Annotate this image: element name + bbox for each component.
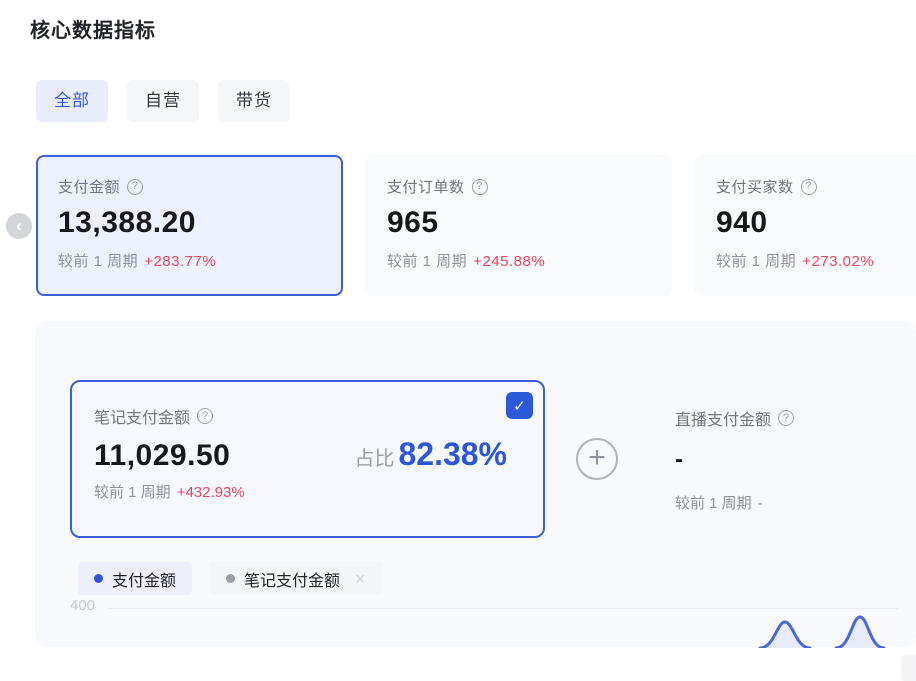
help-icon[interactable]: ? [472, 179, 488, 195]
live-card-value: - [675, 446, 905, 474]
checkbox-checked-icon[interactable]: ✓ [506, 392, 533, 419]
scrollbar-fragment[interactable] [901, 655, 916, 681]
legend-dot-gray [226, 574, 235, 583]
live-card-compare: 较前 1 周期- [675, 492, 905, 513]
page-title: 核心数据指标 [30, 14, 156, 43]
note-payment-card[interactable]: ✓ 笔记支付金额 ? 11,029.50 占比 82.38% 较前 1 周期+4… [70, 380, 545, 538]
metric-card-label: 支付买家数 [716, 176, 794, 197]
delta-value: +273.02% [802, 253, 874, 270]
legend-label: 笔记支付金额 [244, 567, 340, 591]
tab-all[interactable]: 全部 [36, 80, 108, 122]
chart-legend: 支付金额 笔记支付金额 × [78, 562, 382, 595]
scope-tabs: 全部 自营 带货 [36, 80, 290, 122]
delta-value: +245.88% [473, 253, 545, 270]
note-card-label: 笔记支付金额 [94, 404, 190, 428]
tab-self-operated[interactable]: 自营 [127, 80, 199, 122]
metric-compare: 较前 1 周期+245.88% [387, 250, 650, 271]
metric-value: 965 [387, 206, 650, 240]
legend-item-note-payment[interactable]: 笔记支付金额 × [210, 562, 382, 595]
live-card-label: 直播支付金额 [675, 406, 771, 430]
metric-value: 13,388.20 [58, 206, 321, 240]
tab-affiliate[interactable]: 带货 [218, 80, 290, 122]
help-icon[interactable]: ? [801, 179, 817, 195]
delta-value: +432.93% [177, 484, 245, 501]
delta-value: +283.77% [144, 253, 216, 270]
help-icon[interactable]: ? [127, 179, 143, 195]
legend-item-payment-amount[interactable]: 支付金额 [78, 562, 192, 595]
metric-compare: 较前 1 周期+283.77% [58, 250, 321, 271]
live-payment-card[interactable]: 直播支付金额 ? - 较前 1 周期- [675, 406, 905, 513]
metric-value: 940 [716, 206, 916, 240]
y-axis-tick-400: 400 [70, 597, 95, 614]
close-icon[interactable]: × [355, 570, 366, 588]
share-label: 占比 [354, 442, 394, 471]
chevron-left-icon: ‹ [16, 217, 22, 234]
chart-line-peaks [690, 608, 916, 648]
note-card-value: 11,029.50 [94, 439, 230, 473]
metric-card-payment-amount[interactable]: 支付金额 ? 13,388.20 较前 1 周期+283.77% [36, 155, 343, 296]
core-metrics-dashboard: 核心数据指标 全部 自营 带货 支付金额 ? 13,388.20 较前 1 周期… [0, 0, 916, 681]
metric-card-payment-orders[interactable]: 支付订单数 ? 965 较前 1 周期+245.88% [365, 155, 672, 296]
note-card-compare: 较前 1 周期+432.93% [94, 481, 521, 502]
legend-dot-blue [94, 574, 103, 583]
help-icon[interactable]: ? [197, 408, 213, 424]
metric-card-label: 支付金额 [58, 176, 120, 197]
metric-card-payment-buyers[interactable]: 支付买家数 ? 940 较前 1 周期+273.02% [694, 155, 916, 296]
carousel-prev-button[interactable]: ‹ [6, 213, 32, 239]
share-value: 82.38% [398, 436, 507, 473]
metric-card-label: 支付订单数 [387, 176, 465, 197]
legend-label: 支付金额 [112, 567, 176, 591]
add-metric-button[interactable]: + [576, 438, 618, 480]
plus-icon: + [588, 443, 606, 473]
help-icon[interactable]: ? [778, 410, 794, 426]
metric-compare: 较前 1 周期+273.02% [716, 250, 916, 271]
